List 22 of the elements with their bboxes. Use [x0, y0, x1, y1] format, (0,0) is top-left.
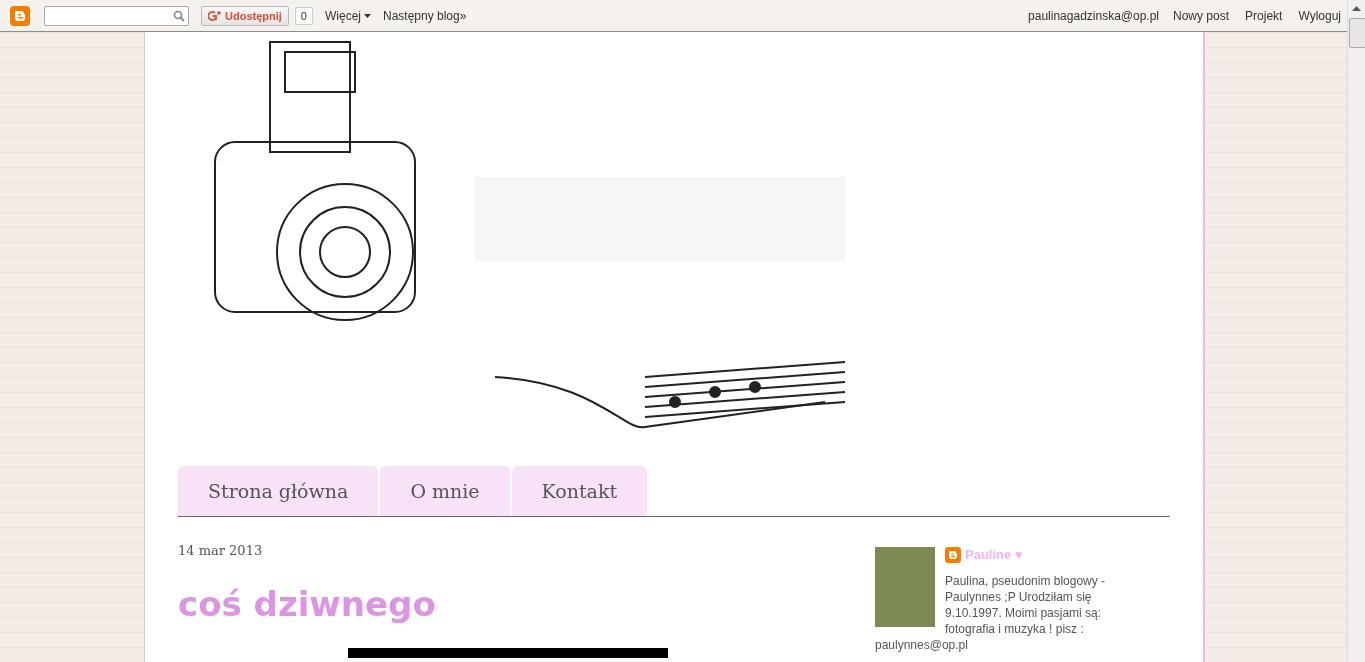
- scrollbar[interactable]: [1347, 0, 1365, 662]
- share-button[interactable]: Udostępnij: [201, 5, 289, 26]
- navbar-link[interactable]: Projekt: [1245, 8, 1283, 23]
- profile-email: paulynnes@op.pl: [875, 637, 969, 653]
- post-date: 14 mar 2013: [178, 543, 264, 558]
- search-icon: [173, 9, 185, 22]
- next-blog-link[interactable]: Następny blog»: [383, 8, 467, 23]
- nav-tab[interactable]: Strona główna: [178, 466, 379, 516]
- search-field[interactable]: [44, 5, 189, 26]
- user-email: paulinagadzinska@op.pl: [1028, 8, 1160, 23]
- blogger-icon: [945, 547, 961, 563]
- nav-tab[interactable]: O mnie: [380, 466, 510, 516]
- nav-tab[interactable]: Kontakt: [511, 466, 648, 516]
- navbar-link[interactable]: Nowy post: [1173, 8, 1230, 23]
- blogger-logo-icon: [10, 5, 30, 26]
- share-count: 0: [294, 6, 313, 25]
- plus-icon: [208, 9, 222, 22]
- scroll-thumb[interactable]: [1349, 18, 1365, 48]
- navbar-link[interactable]: Wyloguj: [1298, 8, 1341, 23]
- profile-bio: Paulina, pseudonim blogowy - Paulynnes ;P Urodziłam się 9.10.1997. Moimi pasjami są: fotografia i muzyka ! pisz :: [945, 573, 1107, 637]
- more-menu[interactable]: Więcej: [324, 8, 371, 23]
- caret-icon: [364, 13, 371, 18]
